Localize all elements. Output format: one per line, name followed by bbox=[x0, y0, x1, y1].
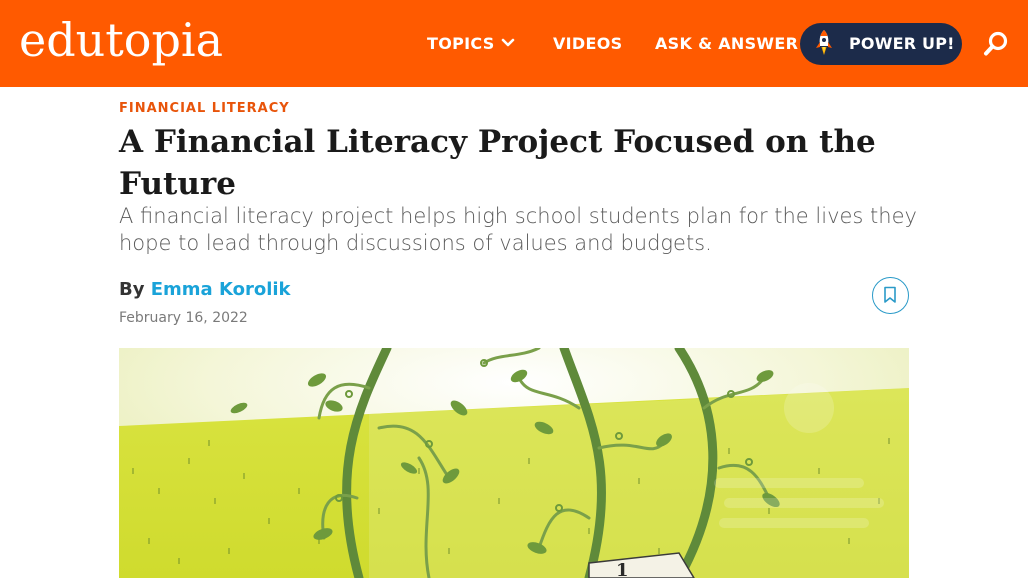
svg-text:1: 1 bbox=[616, 560, 629, 578]
nav-topics[interactable]: TOPICS bbox=[427, 32, 515, 56]
nav-ask-answer[interactable]: ASK & ANSWER bbox=[655, 32, 798, 56]
power-up-button[interactable]: POWER UP! bbox=[800, 23, 962, 65]
edutopia-logo[interactable]: edutopia bbox=[19, 10, 223, 70]
article-category-link[interactable]: FINANCIAL LITERACY bbox=[119, 101, 290, 116]
bookmark-icon bbox=[884, 286, 896, 303]
article-title: A Financial Literacy Project Focused on … bbox=[119, 124, 876, 202]
nav-topics-label: TOPICS bbox=[427, 34, 495, 53]
publish-date: February 16, 2022 bbox=[119, 310, 248, 326]
search-icon[interactable] bbox=[983, 31, 1009, 57]
rocket-icon bbox=[816, 30, 832, 55]
nav-videos[interactable]: VIDEOS bbox=[553, 32, 622, 56]
power-up-label: POWER UP! bbox=[849, 34, 955, 53]
site-header: edutopia TOPICS VIDEOS ASK & ANSWER POWE… bbox=[0, 0, 1028, 87]
byline: By Emma Korolik bbox=[119, 279, 291, 300]
bookmark-button[interactable] bbox=[872, 277, 909, 314]
chevron-down-icon bbox=[501, 31, 515, 55]
author-link[interactable]: Emma Korolik bbox=[151, 279, 291, 300]
hero-illustration: 1 bbox=[119, 348, 909, 578]
byline-prefix: By bbox=[119, 279, 145, 300]
article-subtitle: A financial literacy project helps high … bbox=[119, 204, 917, 255]
